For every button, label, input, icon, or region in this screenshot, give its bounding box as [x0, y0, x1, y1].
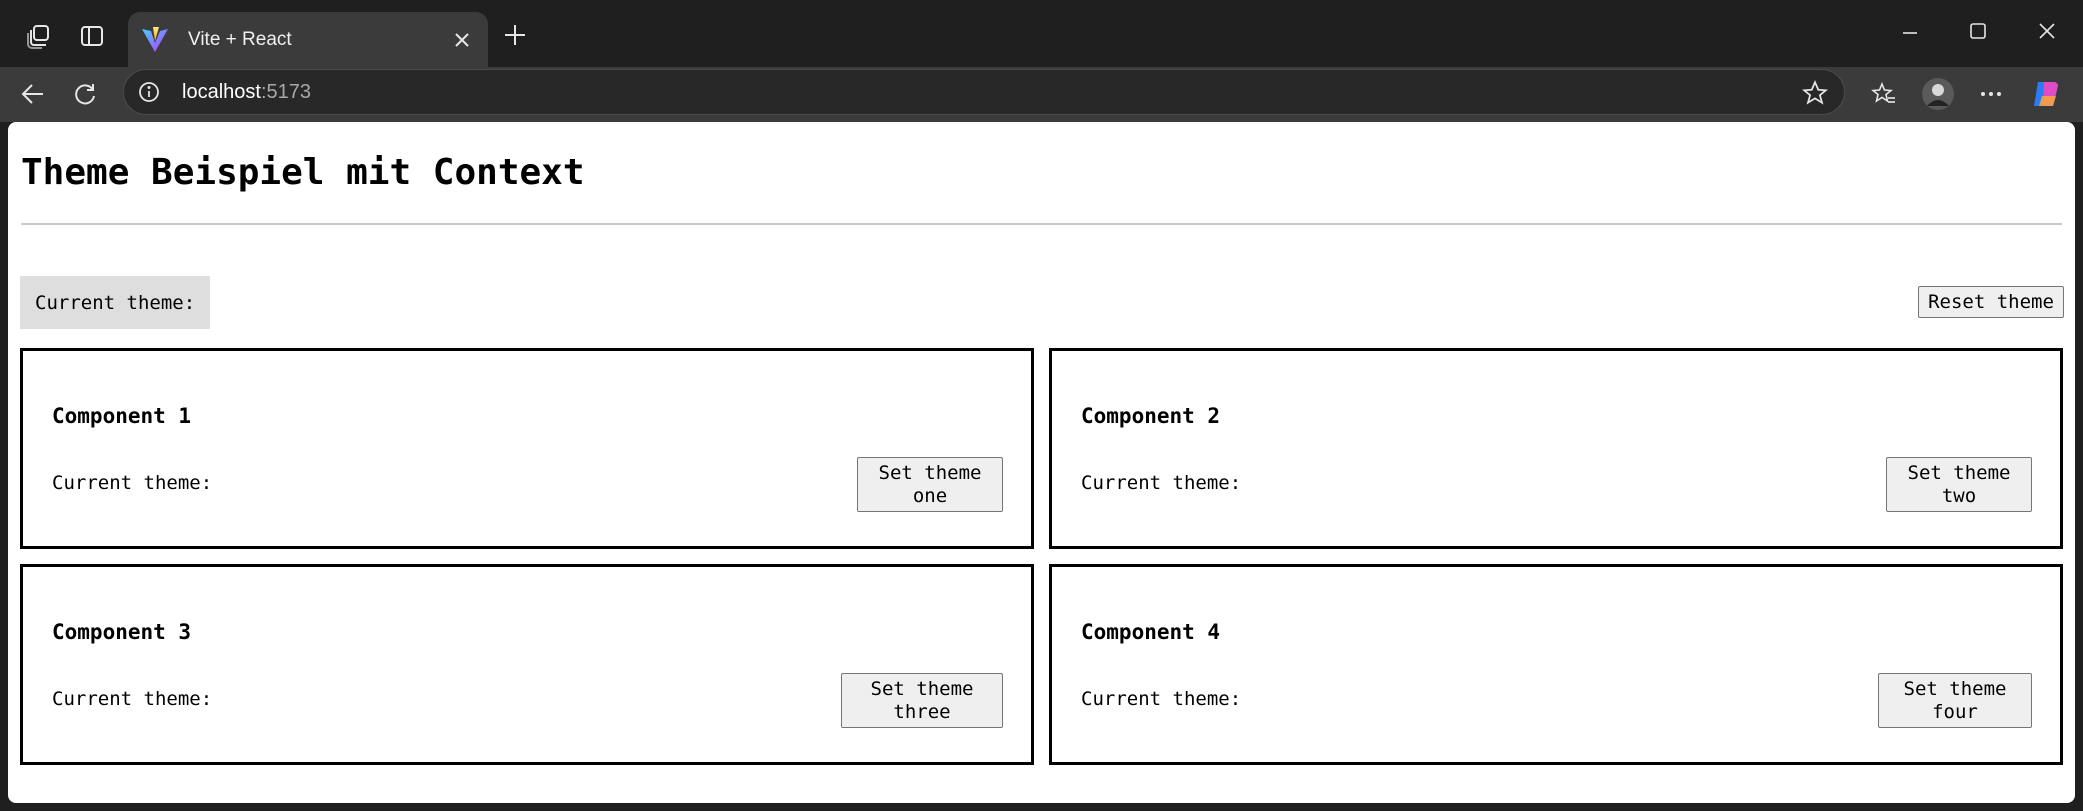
component-card-2: Component 2 Current theme: Set theme two — [1049, 348, 2063, 549]
component-card-1: Component 1 Current theme: Set theme one — [20, 348, 1034, 549]
set-theme-one-button[interactable]: Set theme one — [857, 457, 1003, 512]
tab-actions-icon[interactable] — [76, 20, 108, 52]
set-theme-three-button[interactable]: Set theme three — [841, 673, 1003, 728]
browser-toolbar: localhost:5173 — [0, 67, 2083, 122]
favorite-star-icon[interactable] — [1801, 79, 1829, 111]
browser-tabbar: Vite + React — [0, 0, 2083, 67]
component-current-theme: Current theme: — [52, 688, 213, 710]
component-current-theme: Current theme: — [52, 472, 213, 494]
close-window-icon[interactable] — [2032, 16, 2062, 46]
reset-theme-button[interactable]: Reset theme — [1918, 286, 2064, 318]
component-title: Component 2 — [1081, 404, 1221, 428]
divider — [21, 223, 2062, 225]
component-current-theme: Current theme: — [1081, 472, 1242, 494]
current-theme-badge: Current theme: — [20, 276, 211, 329]
component-title: Component 3 — [52, 620, 192, 644]
page-viewport: Theme Beispiel mit Context Current theme… — [8, 122, 2075, 803]
set-theme-two-button[interactable]: Set theme two — [1886, 457, 2032, 512]
workspaces-icon[interactable] — [22, 20, 54, 52]
page-title: Theme Beispiel mit Context — [21, 152, 585, 193]
set-theme-four-button[interactable]: Set theme four — [1878, 673, 2032, 728]
maximize-window-icon[interactable] — [1963, 16, 1993, 46]
component-card-3: Component 3 Current theme: Set theme thr… — [20, 564, 1034, 765]
new-tab-icon[interactable] — [500, 20, 530, 50]
profile-avatar-icon[interactable] — [1920, 76, 1956, 112]
close-tab-icon[interactable] — [450, 28, 474, 52]
refresh-icon[interactable] — [68, 77, 102, 111]
site-info-icon[interactable] — [136, 79, 162, 105]
minimize-window-icon[interactable] — [1895, 18, 1925, 48]
favorites-icon[interactable] — [1867, 77, 1901, 111]
component-title: Component 1 — [52, 404, 192, 428]
back-arrow-icon[interactable] — [16, 77, 50, 111]
copilot-icon[interactable] — [2028, 76, 2064, 112]
url-text: localhost:5173 — [182, 80, 311, 103]
more-options-icon[interactable] — [1974, 77, 2008, 111]
component-title: Component 4 — [1081, 620, 1221, 644]
browser-tab-active[interactable]: Vite + React — [128, 12, 488, 67]
tab-title: Vite + React — [188, 28, 292, 50]
address-bar[interactable]: localhost:5173 — [123, 69, 1845, 115]
vite-logo-icon — [140, 25, 170, 55]
component-card-4: Component 4 Current theme: Set theme fou… — [1049, 564, 2063, 765]
component-current-theme: Current theme: — [1081, 688, 1242, 710]
